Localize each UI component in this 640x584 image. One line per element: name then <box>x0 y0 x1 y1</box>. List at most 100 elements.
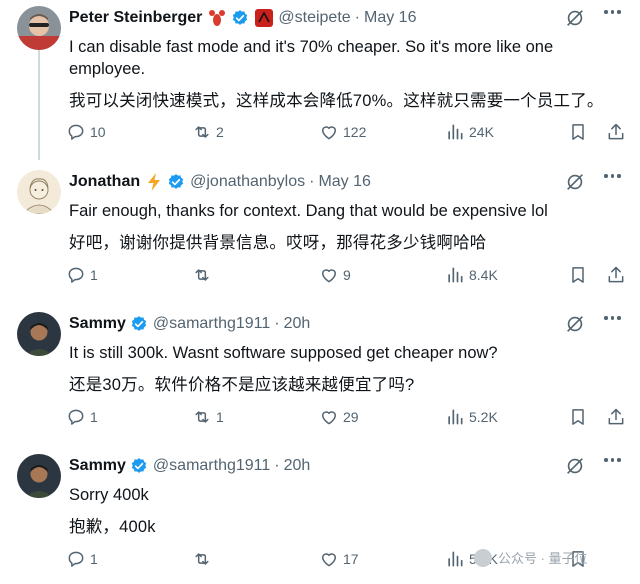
grok-icon[interactable] <box>564 7 586 34</box>
bookmark-icon <box>572 409 584 425</box>
display-name[interactable]: Sammy <box>69 315 126 333</box>
like-count: 122 <box>343 124 367 140</box>
views-button[interactable]: 5.2K <box>445 407 498 427</box>
tweet-translation: 抱歉，400k <box>69 518 156 536</box>
verified-badge-icon <box>231 9 249 27</box>
views-icon <box>448 551 463 567</box>
separator: · <box>309 173 315 190</box>
grok-icon[interactable] <box>564 171 586 198</box>
repost-count: 1 <box>216 409 224 425</box>
views-icon <box>448 267 463 283</box>
affiliate-badge-icon[interactable] <box>255 9 274 27</box>
separator: · <box>274 457 280 474</box>
avatar[interactable] <box>17 170 61 214</box>
reply-button[interactable]: 1 <box>66 407 98 427</box>
watermark-text: 公众号 · 量子位 <box>498 551 588 566</box>
tweet-text: I can disable fast mode and it's 70% che… <box>69 38 554 78</box>
share-icon <box>608 266 624 283</box>
verified-badge-icon <box>130 457 148 475</box>
handle[interactable]: @jonathanbylos <box>190 173 305 191</box>
like-count: 29 <box>343 409 359 425</box>
reply-count: 10 <box>90 124 106 140</box>
display-name[interactable]: Jonathan <box>69 173 140 191</box>
repost-icon <box>195 269 209 281</box>
like-button[interactable]: 122 <box>319 122 366 142</box>
share-button[interactable] <box>606 265 626 285</box>
tweet-text: Fair enough, thanks for context. Dang th… <box>69 202 548 220</box>
grok-icon[interactable] <box>564 313 586 340</box>
repost-button[interactable] <box>192 549 216 569</box>
reply-button[interactable]: 1 <box>66 265 98 285</box>
display-name[interactable]: Sammy <box>69 457 126 475</box>
reply-button[interactable]: 1 <box>66 549 98 569</box>
like-button[interactable]: 29 <box>319 407 359 427</box>
heart-icon <box>322 411 336 425</box>
handle[interactable]: @samarthg1911 <box>153 315 270 333</box>
more-options-icon[interactable] <box>604 10 626 14</box>
like-button[interactable]: 17 <box>319 549 359 569</box>
repost-button[interactable]: 2 <box>192 122 224 142</box>
heart-icon <box>322 553 336 567</box>
verified-badge-icon <box>130 315 148 333</box>
reply-icon <box>68 267 84 283</box>
views-button[interactable]: 24K <box>445 122 494 142</box>
verified-badge-icon <box>167 173 185 191</box>
tweet-translation: 好吧，谢谢你提供背景信息。哎呀，那得花多少钱啊哈哈 <box>69 234 487 252</box>
handle[interactable]: @samarthg1911 <box>153 457 270 475</box>
more-options-icon[interactable] <box>604 458 626 462</box>
avatar[interactable] <box>17 6 61 50</box>
tweet-actions: 1 9 8.4K <box>66 265 624 289</box>
tweet-text: Sorry 400k <box>69 486 149 504</box>
grok-icon[interactable] <box>564 455 586 482</box>
avatar[interactable] <box>17 312 61 356</box>
repost-button[interactable] <box>192 265 216 285</box>
reply-count: 1 <box>90 267 98 283</box>
tweet-header: Jonathan @jonathanbylos · May 16 <box>69 170 626 194</box>
tweet-header: Peter Steinberger @steipete · May 16 <box>69 6 626 30</box>
tweet-text: It is still 300k. Wasnt software suppose… <box>69 344 498 362</box>
repost-icon <box>195 553 209 565</box>
wechat-logo-icon <box>474 548 492 567</box>
like-count: 17 <box>343 551 359 567</box>
lobster-icon <box>207 8 227 28</box>
watermark: 公众号 · 量子位 <box>474 548 588 567</box>
tweet-translation: 还是30万。软件价格不是应该越来越便宜了吗? <box>69 376 415 394</box>
like-button[interactable]: 9 <box>319 265 351 285</box>
tweet-actions: 1 1 29 5.2K <box>66 407 624 431</box>
timestamp[interactable]: May 16 <box>318 173 370 191</box>
tweet-header: Sammy @samarthg1911 · 20h <box>69 312 626 336</box>
bookmark-button[interactable] <box>568 122 588 142</box>
handle[interactable]: @steipete <box>278 9 350 27</box>
repost-button[interactable]: 1 <box>192 407 224 427</box>
thread-line <box>38 50 40 160</box>
display-name[interactable]: Peter Steinberger <box>69 9 202 27</box>
reply-icon <box>68 551 84 567</box>
views-icon <box>448 124 463 140</box>
views-button[interactable]: 8.4K <box>445 265 498 285</box>
share-icon <box>608 408 624 425</box>
view-count: 8.4K <box>469 267 498 283</box>
bookmark-button[interactable] <box>568 407 588 427</box>
reply-icon <box>68 409 84 425</box>
repost-count: 2 <box>216 124 224 140</box>
heart-icon <box>322 126 336 140</box>
bookmark-icon <box>572 124 584 140</box>
share-button[interactable] <box>606 122 626 142</box>
more-options-icon[interactable] <box>604 174 626 178</box>
reply-button[interactable]: 10 <box>66 122 106 142</box>
share-icon <box>608 123 624 140</box>
tweet-actions: 10 2 122 24K <box>66 122 624 146</box>
repost-icon <box>195 411 209 423</box>
more-options-icon[interactable] <box>604 316 626 320</box>
bookmark-button[interactable] <box>568 265 588 285</box>
lightning-icon <box>145 172 163 192</box>
avatar[interactable] <box>17 454 61 498</box>
timestamp[interactable]: 20h <box>284 457 311 475</box>
reply-count: 1 <box>90 551 98 567</box>
like-count: 9 <box>343 267 351 283</box>
timestamp[interactable]: 20h <box>284 315 311 333</box>
timestamp[interactable]: May 16 <box>364 9 416 27</box>
heart-icon <box>322 269 336 283</box>
share-button[interactable] <box>606 407 626 427</box>
tweet-header: Sammy @samarthg1911 · 20h <box>69 454 626 478</box>
